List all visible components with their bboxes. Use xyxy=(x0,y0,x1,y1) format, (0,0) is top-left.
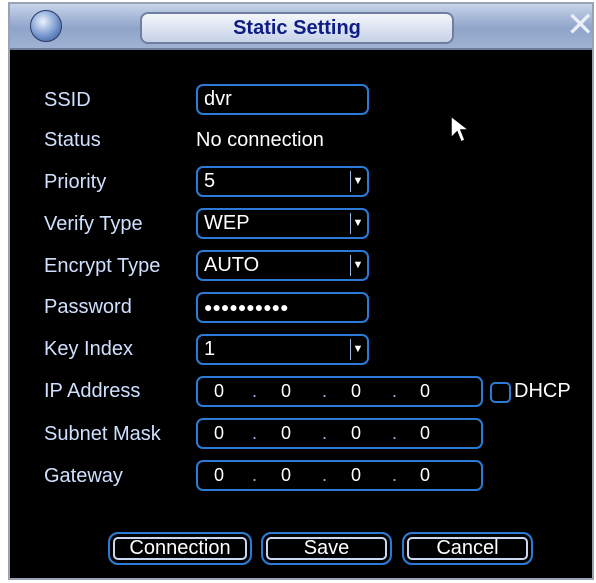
ip-octet-3[interactable]: 0 xyxy=(341,379,371,404)
ip-octet-1[interactable]: 0 xyxy=(204,379,234,404)
dhcp-checkbox[interactable] xyxy=(490,382,511,403)
gateway-field[interactable]: 0 . 0 . 0 . 0 xyxy=(196,460,483,491)
mouse-pointer-icon xyxy=(450,114,471,144)
gateway-octet-3[interactable]: 0 xyxy=(341,463,371,488)
octet-separator: . xyxy=(252,465,258,485)
priority-value: 5 xyxy=(204,170,216,192)
ssid-label: SSID xyxy=(44,89,91,111)
verify-type-label: Verify Type xyxy=(44,213,143,235)
ip-address-field[interactable]: 0 . 0 . 0 . 0 xyxy=(196,376,483,407)
encrypt-type-value: AUTO xyxy=(204,254,260,276)
gateway-octet-4[interactable]: 0 xyxy=(410,463,440,488)
static-setting-dialog: Static Setting ✕ SSID dvr Status No conn… xyxy=(8,2,595,580)
dialog-title: Static Setting xyxy=(140,12,454,44)
octet-separator: . xyxy=(392,423,398,443)
status-value: No connection xyxy=(196,129,324,151)
key-index-label: Key Index xyxy=(44,338,133,360)
subnet-mask-label: Subnet Mask xyxy=(44,423,161,445)
close-icon[interactable]: ✕ xyxy=(566,8,595,42)
cancel-button[interactable]: Cancel xyxy=(402,532,533,565)
password-label: Password xyxy=(44,296,132,318)
subnet-octet-3[interactable]: 0 xyxy=(341,421,371,446)
globe-icon xyxy=(30,10,62,42)
ip-address-label: IP Address xyxy=(44,380,141,402)
octet-separator: . xyxy=(252,423,258,443)
gateway-octet-1[interactable]: 0 xyxy=(204,463,234,488)
gateway-octet-2[interactable]: 0 xyxy=(271,463,301,488)
subnet-mask-field[interactable]: 0 . 0 . 0 . 0 xyxy=(196,418,483,449)
octet-separator: . xyxy=(322,465,328,485)
gateway-label: Gateway xyxy=(44,465,123,487)
octet-separator: . xyxy=(252,381,258,401)
connection-button[interactable]: Connection xyxy=(108,532,252,565)
password-input[interactable]: ●●●●●●●●●● xyxy=(196,292,369,323)
priority-select[interactable]: 5 ▼ xyxy=(196,166,369,197)
octet-separator: . xyxy=(392,465,398,485)
ssid-input[interactable]: dvr xyxy=(196,84,369,115)
octet-separator: . xyxy=(392,381,398,401)
status-label: Status xyxy=(44,129,101,151)
subnet-octet-1[interactable]: 0 xyxy=(204,421,234,446)
encrypt-type-select[interactable]: AUTO ▼ xyxy=(196,250,369,281)
chevron-down-icon[interactable]: ▼ xyxy=(350,171,365,192)
chevron-down-icon[interactable]: ▼ xyxy=(350,339,365,360)
priority-label: Priority xyxy=(44,171,107,193)
ip-octet-4[interactable]: 0 xyxy=(410,379,440,404)
ip-octet-2[interactable]: 0 xyxy=(271,379,301,404)
octet-separator: . xyxy=(322,381,328,401)
key-index-select[interactable]: 1 ▼ xyxy=(196,334,369,365)
encrypt-type-label: Encrypt Type xyxy=(44,255,161,277)
verify-type-select[interactable]: WEP ▼ xyxy=(196,208,369,239)
subnet-octet-4[interactable]: 0 xyxy=(410,421,440,446)
chevron-down-icon[interactable]: ▼ xyxy=(350,255,365,276)
dhcp-label: DHCP xyxy=(514,380,571,402)
title-bar: Static Setting ✕ xyxy=(10,4,595,50)
chevron-down-icon[interactable]: ▼ xyxy=(350,213,365,234)
octet-separator: . xyxy=(322,423,328,443)
save-button[interactable]: Save xyxy=(261,532,392,565)
key-index-value: 1 xyxy=(204,338,216,360)
verify-type-value: WEP xyxy=(204,212,250,234)
subnet-octet-2[interactable]: 0 xyxy=(271,421,301,446)
